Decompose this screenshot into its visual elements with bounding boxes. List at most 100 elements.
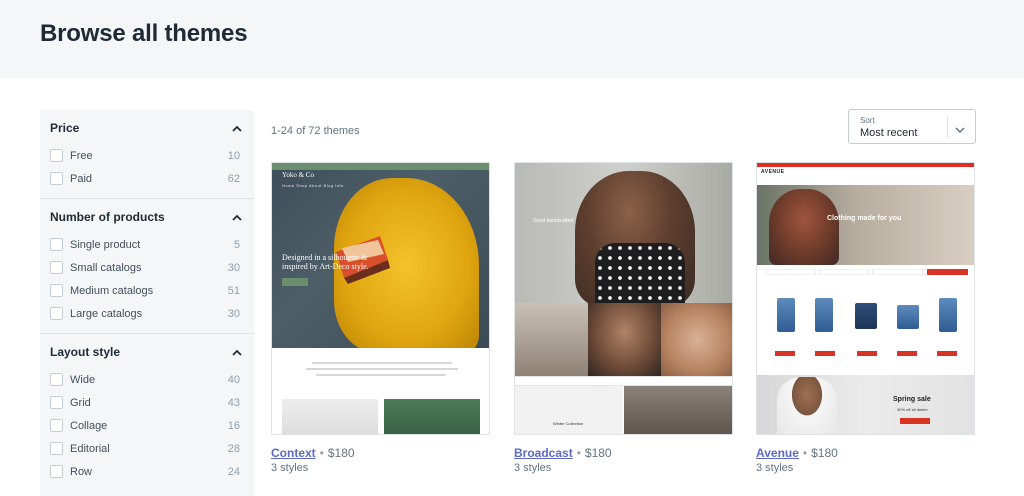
preview-product [855, 303, 877, 329]
checkbox[interactable] [50, 373, 63, 386]
filter-option-count: 10 [227, 149, 240, 162]
filter-option-medium-catalogs[interactable]: Medium catalogs 51 [50, 279, 244, 302]
preview-product [897, 305, 919, 329]
checkbox[interactable] [50, 442, 63, 455]
checkbox[interactable] [50, 396, 63, 409]
theme-card-context: Yoko & Co Home Shop About Blog Info Desi… [271, 162, 491, 474]
filter-option-count: 24 [227, 465, 240, 478]
filter-option-count: 51 [227, 284, 240, 297]
preview-collection-image [624, 386, 732, 434]
filter-option-count: 30 [227, 307, 240, 320]
checkbox[interactable] [50, 172, 63, 185]
preview-search-form [765, 269, 968, 275]
filter-group-number-of-products: Number of products Single product 5 Smal… [40, 198, 254, 333]
preview-text-section [272, 348, 489, 393]
filter-option-editorial[interactable]: Editorial 28 [50, 437, 244, 460]
chevron-up-icon[interactable] [230, 210, 244, 224]
preview-category-strip [515, 376, 732, 386]
filter-option-collage[interactable]: Collage 16 [50, 414, 244, 437]
sort-select[interactable]: Sort Most recent [848, 109, 976, 144]
filter-option-label: Small catalogs [70, 261, 142, 274]
theme-price: $180 [327, 446, 355, 460]
preview-add-button [815, 351, 835, 356]
preview-product-image [282, 399, 378, 434]
preview-sale-title: Spring sale [893, 396, 931, 403]
chevron-up-icon[interactable] [230, 345, 244, 359]
theme-card-broadcast: Good handcrafted Winter Collection Broad… [514, 162, 734, 474]
filter-option-count: 28 [227, 442, 240, 455]
preview-models [769, 189, 839, 265]
preview-nav: Home Shop About Blog Info [282, 183, 344, 188]
filter-option-count: 30 [227, 261, 240, 274]
preview-add-button [937, 351, 957, 356]
sort-value: Most recent [860, 127, 918, 139]
preview-hero-text: Clothing made for you [827, 215, 902, 222]
filter-option-label: Grid [70, 396, 91, 409]
preview-add-button [857, 351, 877, 356]
theme-card-avenue: AVENUE Clothing made for you Spring sale… [756, 162, 976, 474]
filter-option-grid[interactable]: Grid 43 [50, 391, 244, 414]
filter-option-large-catalogs[interactable]: Large catalogs 30 [50, 302, 244, 325]
checkbox[interactable] [50, 307, 63, 320]
filter-option-label: Single product [70, 238, 141, 251]
preview-sale-subtitle: 30% off all denim [897, 407, 928, 412]
filter-option-paid[interactable]: Paid 62 [50, 167, 244, 190]
theme-meta: Context • $180 [271, 446, 355, 460]
filter-header-price[interactable]: Price [50, 112, 244, 144]
theme-preview-avenue[interactable]: AVENUE Clothing made for you Spring sale… [756, 162, 975, 435]
chevron-up-icon[interactable] [230, 121, 244, 135]
preview-tile [515, 303, 588, 376]
preview-product [939, 298, 957, 332]
filter-header-number-of-products[interactable]: Number of products [50, 201, 244, 233]
preview-collection-block [515, 386, 623, 434]
theme-styles: 3 styles [514, 462, 552, 474]
theme-price: $180 [811, 446, 838, 460]
filter-option-free[interactable]: Free 10 [50, 144, 244, 167]
preview-hero-text: Good handcrafted [533, 218, 574, 224]
filter-header-layout-style[interactable]: Layout style [50, 336, 244, 368]
filter-list: Wide 40 Grid 43 Collage 16 Editorial 28 … [50, 368, 244, 491]
preview-dress [595, 243, 685, 303]
theme-meta: Avenue • $180 [756, 446, 838, 460]
filter-option-label: Paid [70, 172, 93, 185]
filter-option-count: 5 [233, 238, 240, 251]
filter-option-row[interactable]: Row 24 [50, 460, 244, 483]
theme-name-link[interactable]: Broadcast [514, 446, 573, 460]
sort-label: Sort [860, 116, 875, 125]
filter-option-count: 43 [227, 396, 240, 409]
preview-logo: Yoko & Co [282, 171, 314, 179]
filter-option-single-product[interactable]: Single product 5 [50, 233, 244, 256]
checkbox[interactable] [50, 284, 63, 297]
preview-product [815, 298, 833, 332]
theme-name-link[interactable]: Avenue [756, 446, 799, 460]
sort-divider [947, 116, 948, 138]
checkbox[interactable] [50, 261, 63, 274]
filter-option-label: Editorial [70, 442, 110, 455]
theme-preview-context[interactable]: Yoko & Co Home Shop About Blog Info Desi… [271, 162, 490, 435]
filter-option-count: 62 [227, 172, 240, 185]
checkbox[interactable] [50, 419, 63, 432]
chevron-down-icon[interactable] [955, 121, 965, 139]
filter-option-wide[interactable]: Wide 40 [50, 368, 244, 391]
filter-option-small-catalogs[interactable]: Small catalogs 30 [50, 256, 244, 279]
checkbox[interactable] [50, 465, 63, 478]
preview-announcement-bar [272, 163, 489, 170]
preview-add-button [897, 351, 917, 356]
theme-styles: 3 styles [271, 462, 309, 474]
checkbox[interactable] [50, 238, 63, 251]
filter-option-label: Wide [70, 373, 96, 386]
theme-name-link[interactable]: Context [271, 446, 316, 460]
filter-option-count: 40 [227, 373, 240, 386]
checkbox[interactable] [50, 149, 63, 162]
preview-section-title: Winter Collection [553, 421, 584, 426]
preview-hero-image [515, 163, 732, 306]
theme-preview-broadcast[interactable]: Good handcrafted Winter Collection [514, 162, 733, 435]
preview-tile [588, 303, 661, 376]
preview-model [777, 377, 837, 434]
filter-option-label: Free [70, 149, 93, 162]
preview-product [777, 298, 795, 332]
preview-product-image [384, 399, 480, 434]
filter-option-label: Collage [70, 419, 108, 432]
preview-cta-button [282, 278, 308, 286]
preview-sale-button [900, 418, 930, 424]
